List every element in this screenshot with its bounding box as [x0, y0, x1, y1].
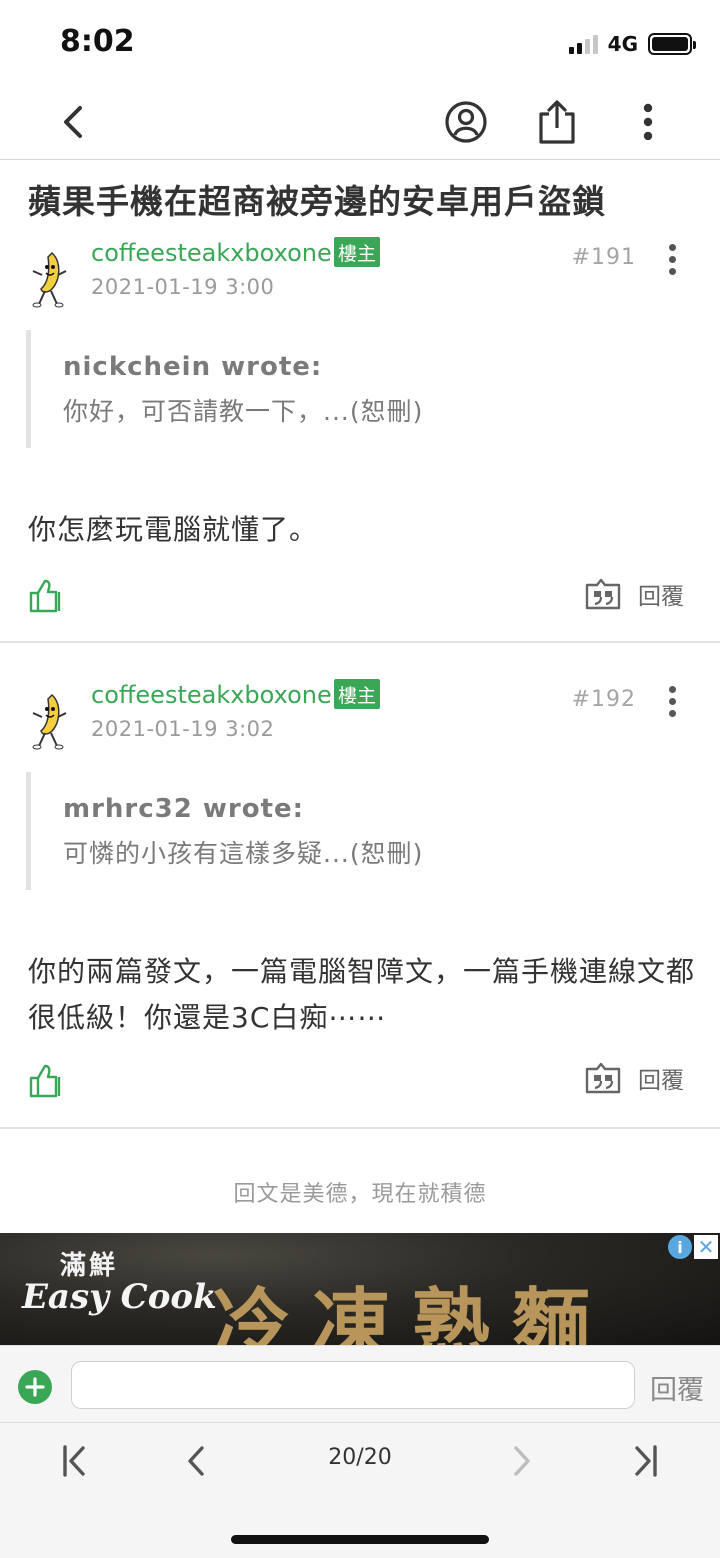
chevron-right-icon: [514, 1446, 530, 1476]
quote-text: 你好，可否請教一下，...(恕刪): [63, 397, 424, 426]
reply-submit-button[interactable]: 回覆: [650, 1368, 704, 1407]
reply-input[interactable]: [71, 1361, 635, 1409]
home-indicator: [231, 1535, 489, 1544]
status-indicators: 4G: [568, 30, 696, 58]
post-item: coffeesteakxboxone 樓主 2021-01-19 3:00 #1…: [0, 221, 720, 641]
post-body: 你怎麼玩電腦就懂了。: [28, 513, 319, 546]
quote-author: mrhrc32 wrote:: [63, 794, 305, 824]
pagination-bar: 20/20: [0, 1423, 720, 1558]
banana-avatar: [32, 693, 67, 750]
last-page-button[interactable]: [624, 1439, 668, 1483]
reply-label: 回覆: [638, 584, 684, 610]
back-button[interactable]: [43, 92, 103, 152]
banana-avatar: [32, 251, 67, 308]
quote-reply-icon: [585, 578, 621, 610]
post-more-button[interactable]: [660, 239, 684, 279]
reply-button[interactable]: 回覆: [584, 1059, 684, 1097]
signal-icon: [568, 34, 598, 54]
page-indicator: 20/20: [328, 1445, 392, 1470]
status-time: 8:02: [60, 24, 135, 59]
ad-brand: Easy Cook: [22, 1277, 217, 1317]
thread-title: 蘋果手機在超商被旁邊的安卓用戶盜鎖: [28, 182, 606, 221]
network-type: 4G: [607, 32, 638, 56]
next-page-button[interactable]: [500, 1439, 544, 1483]
op-badge: 樓主: [334, 679, 380, 709]
share-icon: [539, 100, 575, 144]
like-button[interactable]: [28, 578, 64, 614]
post-floor-number: #192: [571, 687, 636, 712]
reply-encouragement-text: 回文是美德，現在就積德: [233, 1182, 487, 1207]
reply-bar: 回覆: [0, 1345, 720, 1423]
profile-button[interactable]: [436, 92, 496, 152]
reply-label: 回覆: [638, 1068, 684, 1094]
back-icon: [64, 106, 82, 138]
add-attachment-button[interactable]: [18, 1370, 52, 1404]
profile-icon: [445, 101, 487, 143]
post-date: 2021-01-19 3:00: [91, 275, 275, 299]
like-button[interactable]: [28, 1063, 64, 1099]
post-date: 2021-01-19 3:02: [91, 717, 275, 741]
ad-info-icon[interactable]: i: [668, 1235, 692, 1259]
ad-close-icon[interactable]: ✕: [694, 1235, 718, 1259]
quote-text: 可憐的小孩有這樣多疑...(恕刪): [63, 839, 424, 868]
quote-author: nickchein wrote:: [63, 352, 323, 382]
battery-icon: [648, 33, 696, 55]
plus-icon: [25, 1377, 45, 1397]
ad-product-text: 冷凍熟麵: [212, 1280, 613, 1345]
ad-banner[interactable]: 滿鮮 Easy Cook 冷凍熟麵 i ✕: [0, 1233, 720, 1345]
post-item: coffeesteakxboxone 樓主 2021-01-19 3:02 #1…: [0, 663, 720, 1127]
post-more-button[interactable]: [660, 681, 684, 721]
status-bar: 8:02 4G: [0, 0, 720, 84]
post-author[interactable]: coffeesteakxboxone: [91, 681, 332, 709]
post-divider: [0, 1127, 720, 1129]
post-floor-number: #191: [571, 245, 636, 270]
thread-feed[interactable]: 蘋果手機在超商被旁邊的安卓用戶盜鎖 coffeesteakxboxone 樓主 …: [0, 161, 720, 1233]
quote-block: nickchein wrote: 你好，可否請教一下，...(恕刪): [26, 330, 686, 448]
more-icon: [643, 103, 653, 141]
quote-reply-icon: [585, 1062, 621, 1094]
post-author[interactable]: coffeesteakxboxone: [91, 239, 332, 267]
op-badge: 樓主: [334, 237, 380, 267]
more-options-button[interactable]: [618, 92, 678, 152]
quote-block: mrhrc32 wrote: 可憐的小孩有這樣多疑...(恕刪): [26, 772, 686, 890]
post-body: 你的兩篇發文，一篇電腦智障文，一篇手機連線文都很低級！你還是3C白痴⋯⋯: [28, 955, 696, 1034]
reply-button[interactable]: 回覆: [584, 575, 684, 613]
share-button[interactable]: [527, 92, 587, 152]
last-page-icon: [635, 1445, 657, 1477]
post-divider: [0, 641, 720, 643]
nav-bar: [0, 84, 720, 160]
